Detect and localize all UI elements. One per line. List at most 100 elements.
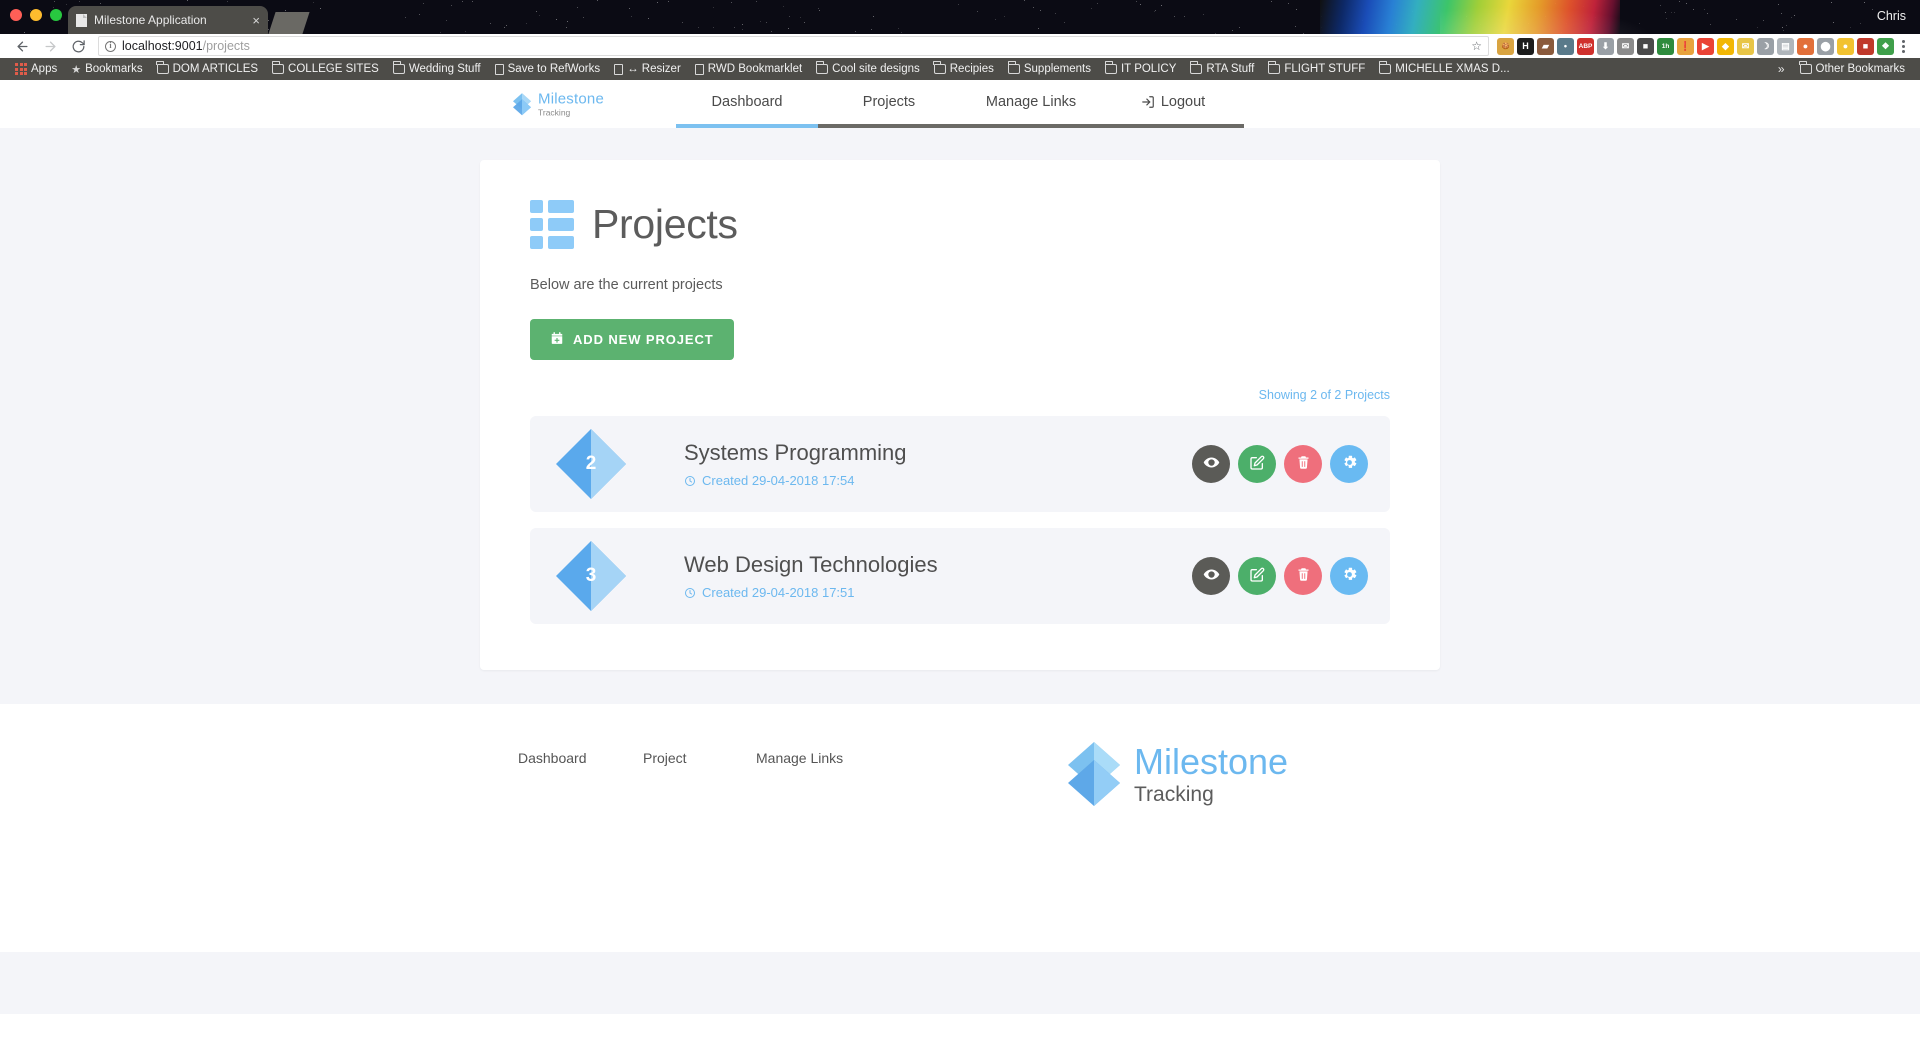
address-bar[interactable]: i localhost:9001/projects ☆: [98, 36, 1489, 56]
delete-project-button[interactable]: [1284, 557, 1322, 595]
circle-extension-icon[interactable]: ●: [1837, 38, 1854, 55]
url-host: localhost:9001: [122, 39, 203, 53]
window-controls[interactable]: [10, 9, 62, 21]
settings-project-button[interactable]: [1330, 557, 1368, 595]
bookmark-item[interactable]: FLIGHT STUFF: [1261, 63, 1372, 75]
footer-brand-logo: Milestone Tracking: [1066, 740, 1288, 808]
view-project-button[interactable]: [1192, 557, 1230, 595]
moon-extension-icon[interactable]: ☽: [1757, 38, 1774, 55]
brand-name: Milestone: [538, 91, 604, 106]
project-row[interactable]: 2 Systems Programming Created 29-04-2018 1…: [530, 416, 1390, 512]
settings-project-button[interactable]: [1330, 445, 1368, 483]
close-tab-icon[interactable]: ×: [252, 14, 260, 27]
gear-icon: [1341, 454, 1358, 474]
footer-link-dashboard[interactable]: Dashboard: [518, 750, 587, 766]
adblock-plus-extension-icon[interactable]: ABP: [1577, 38, 1594, 55]
page-icon: [695, 64, 704, 75]
bookmark-item[interactable]: COLLEGE SITES: [265, 63, 386, 75]
bookmark-label: Cool site designs: [832, 63, 920, 75]
bookmark-item[interactable]: RWD Bookmarklet: [688, 63, 809, 75]
mail-extension-icon[interactable]: ✉: [1617, 38, 1634, 55]
wallpaper-glow: [1440, 0, 1680, 34]
bookmark-item[interactable]: ↔ Resizer: [607, 63, 688, 75]
folder-icon: [272, 64, 284, 74]
view-project-button[interactable]: [1192, 445, 1230, 483]
reload-icon[interactable]: [64, 34, 92, 58]
page-title-row: Projects: [530, 200, 1390, 249]
bookmark-label: COLLEGE SITES: [288, 63, 379, 75]
bookmark-label: Other Bookmarks: [1816, 63, 1905, 75]
flow-extension-icon[interactable]: ▶: [1697, 38, 1714, 55]
nav-item-dashboard[interactable]: Dashboard: [676, 80, 818, 128]
edit-project-button[interactable]: [1238, 445, 1276, 483]
page-title: Projects: [592, 201, 738, 248]
basketball-extension-icon[interactable]: ●: [1797, 38, 1814, 55]
nav-item-projects[interactable]: Projects: [818, 80, 960, 128]
bookmark-item[interactable]: MICHELLE XMAS D...: [1372, 63, 1516, 75]
trash-icon: [1296, 567, 1311, 585]
puzzle-extension-icon[interactable]: ❖: [1877, 38, 1894, 55]
ghostery-extension-icon[interactable]: •: [1557, 38, 1574, 55]
bookmark-item[interactable]: ★ Bookmarks: [64, 63, 149, 76]
bookmark-item[interactable]: IT POLICY: [1098, 63, 1183, 75]
delete-project-button[interactable]: [1284, 445, 1322, 483]
projects-card: Projects Below are the current projects …: [480, 160, 1440, 670]
bookmark-item[interactable]: RTA Stuff: [1183, 63, 1261, 75]
forward-icon[interactable]: [36, 34, 64, 58]
add-new-project-button[interactable]: ADD NEW PROJECT: [530, 319, 734, 360]
folder-icon: [1800, 64, 1812, 74]
download-extension-icon[interactable]: ⬇: [1597, 38, 1614, 55]
honey-extension-icon[interactable]: H: [1517, 38, 1534, 55]
footer-link-project[interactable]: Project: [643, 750, 687, 766]
page-content: Projects Below are the current projects …: [0, 128, 1920, 670]
project-number-badge: 2: [554, 427, 628, 501]
url-path: /projects: [203, 39, 250, 53]
bookmark-item[interactable]: Recipies: [927, 63, 1001, 75]
site-info-icon[interactable]: i: [105, 41, 116, 52]
add-new-project-label: ADD NEW PROJECT: [573, 332, 714, 347]
folder-icon: [1190, 64, 1202, 74]
close-window-button[interactable]: [10, 9, 22, 21]
sketch-extension-icon[interactable]: ◆: [1717, 38, 1734, 55]
bookmark-item[interactable]: Wedding Stuff: [386, 63, 488, 75]
project-created-label: Created 29-04-2018 17:54: [702, 473, 855, 488]
profile-name[interactable]: Chris: [1877, 9, 1906, 23]
bookmark-other-bookmarks[interactable]: Other Bookmarks: [1793, 63, 1912, 75]
bookmark-label: RTA Stuff: [1206, 63, 1254, 75]
project-row[interactable]: 3 Web Design Technologies Created 29-04-20…: [530, 528, 1390, 624]
pin-extension-icon[interactable]: ❗: [1677, 38, 1694, 55]
maximize-window-button[interactable]: [50, 9, 62, 21]
doc-extension-icon[interactable]: ▤: [1777, 38, 1794, 55]
camera-extension-icon[interactable]: ■: [1637, 38, 1654, 55]
back-icon[interactable]: [8, 34, 36, 58]
pocket-extension-icon[interactable]: ▰: [1537, 38, 1554, 55]
bookmark-item[interactable]: Apps: [8, 63, 64, 75]
folder-icon: [934, 64, 946, 74]
chrome-menu-icon[interactable]: [1894, 40, 1912, 53]
nav-item-manage-links[interactable]: Manage Links: [960, 80, 1102, 128]
minimize-window-button[interactable]: [30, 9, 42, 21]
bookmark-item[interactable]: Supplements: [1001, 63, 1098, 75]
bookmark-item[interactable]: Save to RefWorks: [488, 63, 607, 75]
bookmark-item[interactable]: Cool site designs: [809, 63, 927, 75]
cookie-extension-icon[interactable]: 🍪: [1497, 38, 1514, 55]
footer-brand-name: Milestone: [1134, 744, 1288, 780]
bookmarks-overflow-icon[interactable]: »: [1774, 62, 1789, 76]
browser-tab[interactable]: Milestone Application ×: [68, 6, 268, 34]
nav-item-logout[interactable]: Logout: [1102, 80, 1244, 128]
milestone-diamond-icon: [1066, 740, 1122, 808]
folder-icon: [816, 64, 828, 74]
page-icon: [614, 64, 623, 75]
shield-extension-icon[interactable]: ⬤: [1817, 38, 1834, 55]
red-extension-icon[interactable]: ■: [1857, 38, 1874, 55]
footer-link-manage-links[interactable]: Manage Links: [756, 750, 843, 766]
envelope-extension-icon[interactable]: ✉: [1737, 38, 1754, 55]
bookmark-item[interactable]: DOM ARTICLES: [150, 63, 265, 75]
nav-item-label: Projects: [863, 94, 915, 110]
page-icon: [495, 64, 504, 75]
edit-project-button[interactable]: [1238, 557, 1276, 595]
new-tab-button[interactable]: [268, 12, 309, 34]
bookmark-star-icon[interactable]: ☆: [1471, 39, 1482, 53]
timer-extension-icon[interactable]: 1h: [1657, 38, 1674, 55]
app-brand-logo[interactable]: Milestone Tracking: [512, 91, 604, 117]
